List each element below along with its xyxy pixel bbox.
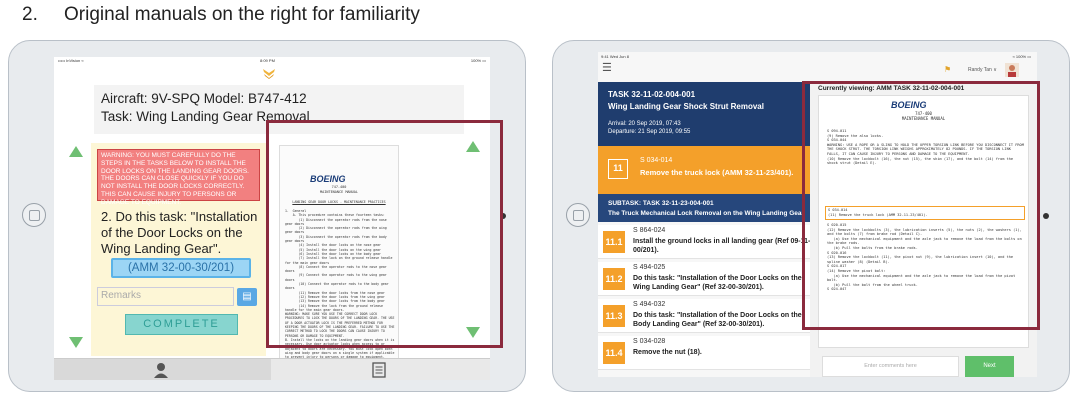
step-number-badge: 11.4	[603, 342, 625, 364]
right-status-time: 9:41 Wed Jun 8	[601, 54, 629, 59]
app-logo-icon	[263, 69, 275, 79]
carrier-text: ••••• InVision ≈	[58, 58, 84, 63]
left-status-bar: ••••• InVision ≈ 8:09 PM 100% ▭	[54, 57, 490, 65]
step-text: Do this task: "Installation of the Door …	[633, 312, 802, 328]
task-header: TASK 32-11-02-004-001 Wing Landing Gear …	[598, 82, 813, 146]
departure-text: Departure: 21 Sep 2019, 09:55	[608, 129, 691, 135]
subtask-title: The Truck Mechanical Lock Removal on the…	[608, 210, 805, 217]
avatar[interactable]	[1005, 63, 1019, 77]
tab-manuals[interactable]	[271, 359, 490, 380]
left-home-button[interactable]	[22, 203, 46, 227]
document-icon: ▤	[242, 291, 252, 302]
step-code: S 864-024	[633, 227, 666, 234]
step-text: Do this task: "Installation of the Door …	[633, 275, 802, 291]
remarks-input[interactable]: Remarks	[97, 287, 234, 306]
step-code: S 034-028	[633, 338, 666, 345]
step-number-badge: 11.2	[603, 268, 625, 290]
step-text: Install the ground locks in all landing …	[633, 238, 811, 254]
left-next-arrow-icon[interactable]	[69, 337, 83, 348]
step-list-item[interactable]: 11.4 S 034-028 Remove the nut (18).	[598, 336, 813, 370]
current-step-code: S 034-014	[640, 157, 673, 164]
current-step-number: 11	[608, 159, 628, 179]
person-icon	[154, 363, 168, 378]
step-instruction: 2. Do this task: "Installation of the Do…	[101, 209, 258, 256]
step-code: S 494-032	[633, 301, 666, 308]
complete-button[interactable]: COMPLETE	[125, 314, 238, 335]
notification-bell-icon[interactable]: ⚑	[944, 65, 951, 74]
tab-profile[interactable]	[54, 359, 271, 380]
step-number-badge: 11.1	[603, 231, 625, 253]
step-text: Remove the nut (18).	[633, 349, 702, 356]
manual-highlight-frame	[266, 120, 503, 348]
step-number-badge: 11.3	[603, 305, 625, 327]
manual-icon	[372, 362, 386, 378]
step-list-item[interactable]: 11.2 S 494-025 Do this task: "Installation…	[598, 262, 813, 296]
current-step[interactable]: 11 S 034-014 Remove the truck lock (AMM …	[598, 146, 813, 194]
step-code: S 494-025	[633, 264, 666, 271]
warning-box: WARNING: YOU MUST CAREFULLY DO THE STEPS…	[97, 149, 260, 206]
aircraft-line: Aircraft: 9V-SPQ Model: B747-412	[101, 91, 307, 106]
step-list-item[interactable]: 11.3 S 494-032 Do this task: "Installation…	[598, 299, 813, 333]
left-prev-arrow-icon[interactable]	[69, 146, 83, 157]
task-id: TASK 32-11-02-004-001	[608, 90, 696, 99]
amm-reference-button[interactable]: (AMM 32-00-30/201)	[111, 258, 251, 278]
current-step-text: Remove the truck lock (AMM 32-11-23/401)…	[640, 168, 794, 177]
next-button[interactable]: Next	[965, 356, 1014, 377]
right-home-button[interactable]	[566, 203, 590, 227]
user-menu[interactable]: Randy Tan ∨	[968, 67, 997, 73]
comments-input[interactable]: Enter comments here	[822, 356, 959, 377]
subtask-id: SUBTASK: TASK 32-11-23-004-001	[608, 200, 714, 207]
status-time: 8:09 PM	[260, 58, 275, 63]
arrival-text: Arrival: 20 Sep 2019, 07:43	[608, 121, 681, 127]
heading-number: 2.	[22, 4, 38, 25]
hamburger-menu-icon[interactable]: ☰	[602, 63, 612, 74]
step-list-item[interactable]: 11.1 S 864-024 Install the ground locks in…	[598, 225, 813, 259]
subtask-header: SUBTASK: TASK 32-11-23-004-001 The Truck…	[598, 194, 813, 222]
task-title: Wing Landing Gear Shock Strut Removal	[608, 102, 764, 111]
notes-button[interactable]: ▤	[237, 288, 257, 306]
battery-text: 100% ▭	[470, 58, 486, 63]
viewer-highlight-frame	[802, 81, 1040, 330]
left-tab-bar	[54, 358, 490, 380]
section-heading: 2. Original manuals on the right for fami…	[22, 4, 420, 26]
right-status-signal: ≈ 100% ▭	[1012, 54, 1031, 59]
heading-text: Original manuals on the right for famili…	[64, 4, 420, 25]
right-camera-dot	[1043, 213, 1049, 219]
